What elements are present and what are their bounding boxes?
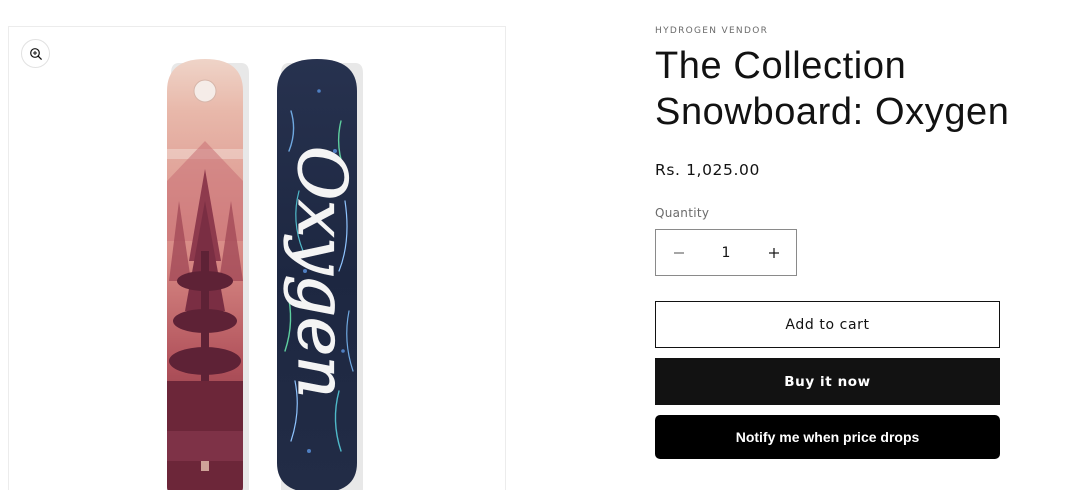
zoom-in-icon: [29, 47, 42, 60]
quantity-label: Quantity: [655, 206, 710, 220]
zoom-button[interactable]: [21, 39, 50, 68]
add-to-cart-button[interactable]: Add to cart: [655, 301, 1000, 348]
buy-now-button[interactable]: Buy it now: [655, 358, 1000, 405]
product-image[interactable]: Oxygen: [149, 51, 369, 490]
minus-icon: [673, 251, 684, 254]
product-page: Oxygen HYDROGEN VENDOR The Collection Sn…: [0, 0, 1074, 490]
quantity-input[interactable]: 1: [701, 245, 751, 261]
plus-icon: [768, 247, 779, 258]
notify-price-drop-button[interactable]: Notify me when price drops: [655, 415, 1000, 459]
quantity-increase-button[interactable]: [751, 230, 796, 275]
product-price: Rs. 1,025.00: [655, 161, 760, 179]
product-title: The Collection Snowboard: Oxygen: [655, 45, 1010, 133]
vendor-name: HYDROGEN VENDOR: [655, 26, 769, 36]
board-graphic-text: Oxygen: [283, 146, 360, 398]
product-media-frame: Oxygen: [8, 26, 506, 490]
quantity-stepper: 1: [655, 229, 797, 276]
quantity-decrease-button[interactable]: [656, 230, 701, 275]
